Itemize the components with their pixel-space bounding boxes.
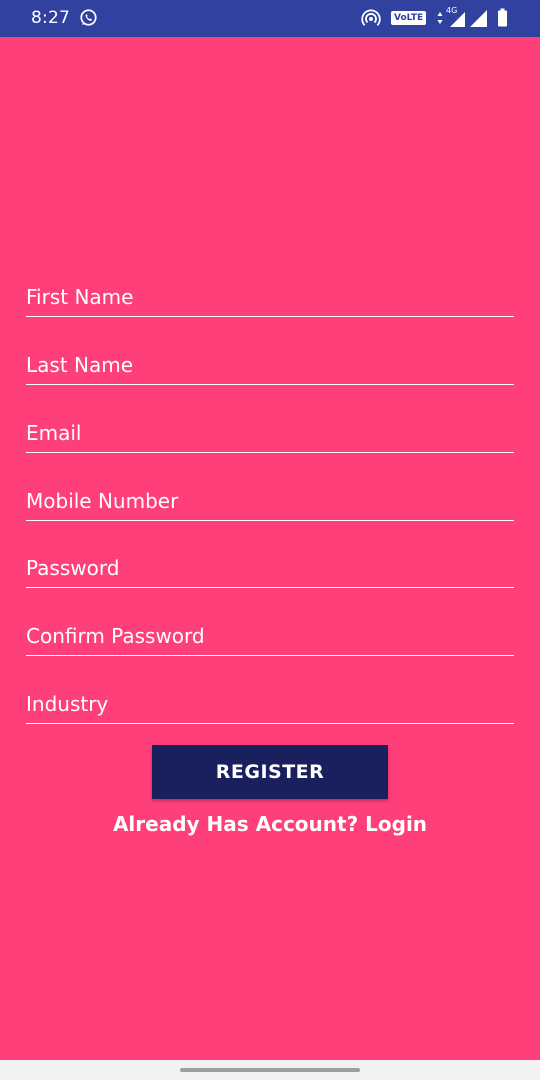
- navigation-bar: [0, 1060, 540, 1080]
- confirm-password-input[interactable]: [26, 621, 514, 651]
- email-input[interactable]: [26, 418, 514, 448]
- password-field: [26, 547, 514, 588]
- signal-icon-2: [470, 10, 487, 27]
- hotspot-icon: [361, 9, 381, 26]
- status-time: 8:27: [31, 8, 70, 28]
- data-activity-icon: [437, 12, 443, 24]
- volte-badge: VoLTE: [391, 11, 427, 25]
- first-name-input[interactable]: [26, 282, 514, 312]
- whatsapp-icon: [80, 9, 97, 26]
- industry-input[interactable]: [26, 689, 514, 719]
- password-input[interactable]: [26, 553, 514, 583]
- last-name-input[interactable]: [26, 350, 514, 380]
- email-field: [26, 412, 514, 453]
- confirm-password-field: [26, 615, 514, 656]
- industry-field: [26, 683, 514, 724]
- battery-icon: [498, 8, 507, 27]
- mobile-number-input[interactable]: [26, 486, 514, 516]
- register-button[interactable]: REGISTER: [152, 745, 388, 799]
- signal-icon: [450, 12, 465, 27]
- home-gesture-handle[interactable]: [180, 1068, 360, 1072]
- first-name-field: [26, 276, 514, 317]
- login-link[interactable]: Already Has Account? Login: [0, 812, 540, 836]
- last-name-field: [26, 344, 514, 385]
- register-screen: 8:27 VoLTE 4G First Name Last Name Email…: [0, 0, 540, 1080]
- status-bar: 8:27 VoLTE 4G: [0, 0, 540, 37]
- mobile-number-field: [26, 480, 514, 521]
